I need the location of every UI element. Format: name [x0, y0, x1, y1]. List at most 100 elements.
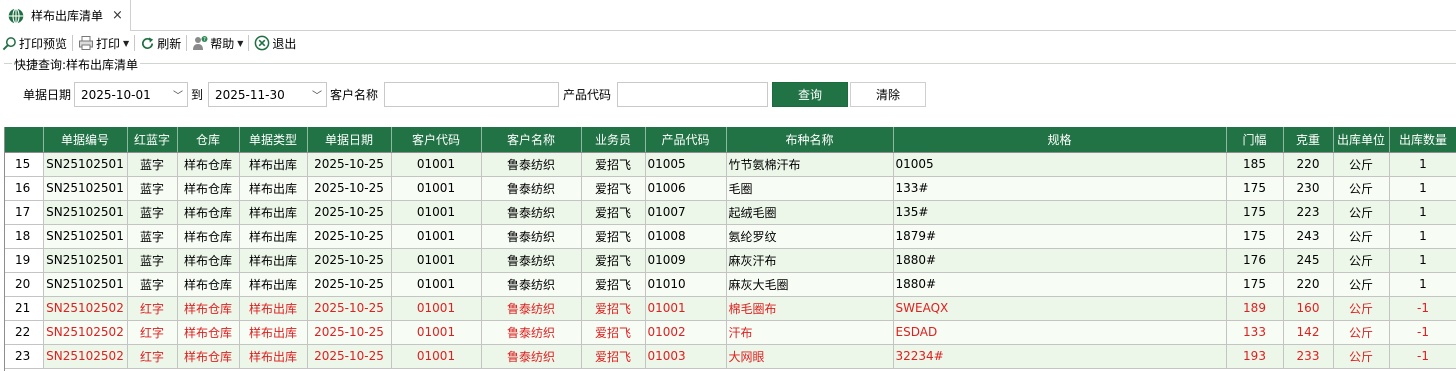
- table-cell[interactable]: 245: [1283, 248, 1334, 273]
- date-to-picker[interactable]: 2025-11-30 ﹀: [208, 82, 327, 107]
- table-row[interactable]: 22 SN25102502 红字 样布仓库 样布出库 2025-10-25 01001 鲁泰纺…: [5, 320, 1456, 345]
- column-header[interactable]: 客户代码: [391, 127, 482, 153]
- table-cell[interactable]: 01006: [645, 176, 727, 201]
- table-cell[interactable]: 1880#: [893, 248, 1227, 273]
- table-cell[interactable]: 2025-10-25: [307, 200, 392, 225]
- table-cell[interactable]: 公斤: [1333, 176, 1390, 201]
- table-cell[interactable]: 175: [1226, 224, 1284, 249]
- table-cell[interactable]: 红字: [127, 344, 178, 369]
- column-header[interactable]: 仓库: [177, 127, 240, 153]
- table-cell[interactable]: SN25102501: [43, 176, 128, 201]
- table-cell[interactable]: 01001: [391, 200, 482, 225]
- table-cell[interactable]: 样布出库: [239, 272, 308, 297]
- table-cell[interactable]: 01001: [391, 152, 482, 177]
- column-header[interactable]: 产品代码: [645, 127, 727, 153]
- table-cell[interactable]: 鲁泰纺织: [481, 152, 582, 177]
- table-cell[interactable]: 01005: [645, 152, 727, 177]
- table-cell[interactable]: 2025-10-25: [307, 152, 392, 177]
- table-cell[interactable]: 2025-10-25: [307, 248, 392, 273]
- table-cell[interactable]: 爱招飞: [581, 152, 646, 177]
- table-cell[interactable]: 01005: [893, 152, 1227, 177]
- table-cell[interactable]: 红字: [127, 320, 178, 345]
- column-header[interactable]: 单据日期: [307, 127, 392, 153]
- table-cell[interactable]: 竹节氨棉汗布: [726, 152, 894, 177]
- table-cell[interactable]: 鲁泰纺织: [481, 224, 582, 249]
- table-cell[interactable]: 1: [1389, 272, 1456, 297]
- table-cell[interactable]: 01001: [391, 176, 482, 201]
- table-cell[interactable]: 氨纶罗纹: [726, 224, 894, 249]
- table-cell[interactable]: 麻灰大毛圈: [726, 272, 894, 297]
- table-cell[interactable]: 175: [1226, 272, 1284, 297]
- table-cell[interactable]: 01001: [391, 320, 482, 345]
- table-cell[interactable]: SN25102502: [43, 320, 128, 345]
- table-cell[interactable]: 样布出库: [239, 200, 308, 225]
- table-cell[interactable]: 爱招飞: [581, 296, 646, 321]
- table-cell[interactable]: 2025-10-25: [307, 296, 392, 321]
- date-from-picker[interactable]: 2025-10-01 ﹀: [74, 82, 188, 107]
- print-button[interactable]: 打印 ▼: [76, 32, 131, 54]
- table-cell[interactable]: 01002: [645, 320, 727, 345]
- table-cell[interactable]: 蓝字: [127, 152, 178, 177]
- table-cell[interactable]: 32234#: [893, 344, 1227, 369]
- table-cell[interactable]: 公斤: [1333, 248, 1390, 273]
- table-cell[interactable]: 220: [1283, 152, 1334, 177]
- table-row[interactable]: 15 SN25102501 蓝字 样布仓库 样布出库 2025-10-25 01001 鲁泰纺…: [5, 152, 1456, 177]
- table-cell[interactable]: 01001: [645, 296, 727, 321]
- table-cell[interactable]: 1880#: [893, 272, 1227, 297]
- table-cell[interactable]: 大网眼: [726, 344, 894, 369]
- table-cell[interactable]: 爱招飞: [581, 320, 646, 345]
- table-cell[interactable]: 243: [1283, 224, 1334, 249]
- column-header[interactable]: 克重: [1283, 127, 1334, 153]
- column-header[interactable]: 出库数量: [1389, 127, 1456, 153]
- table-row[interactable]: 18 SN25102501 蓝字 样布仓库 样布出库 2025-10-25 01001 鲁泰纺…: [5, 224, 1456, 249]
- table-cell[interactable]: 爱招飞: [581, 272, 646, 297]
- table-cell[interactable]: 220: [1283, 272, 1334, 297]
- table-cell[interactable]: 鲁泰纺织: [481, 320, 582, 345]
- table-cell[interactable]: 红字: [127, 296, 178, 321]
- table-cell[interactable]: 麻灰汗布: [726, 248, 894, 273]
- table-cell[interactable]: 01010: [645, 272, 727, 297]
- column-header[interactable]: 门幅: [1226, 127, 1284, 153]
- table-cell[interactable]: 鲁泰纺织: [481, 296, 582, 321]
- row-number-cell[interactable]: 19: [5, 248, 44, 273]
- table-cell[interactable]: 135#: [893, 200, 1227, 225]
- table-cell[interactable]: 爱招飞: [581, 224, 646, 249]
- table-cell[interactable]: 01001: [391, 248, 482, 273]
- table-cell[interactable]: 1: [1389, 152, 1456, 177]
- column-header[interactable]: 单据编号: [43, 127, 128, 153]
- column-header[interactable]: 客户名称: [481, 127, 582, 153]
- table-cell[interactable]: 样布出库: [239, 176, 308, 201]
- table-cell[interactable]: 样布仓库: [177, 344, 240, 369]
- clear-button[interactable]: 清除: [850, 82, 926, 107]
- table-cell[interactable]: 鲁泰纺织: [481, 344, 582, 369]
- table-cell[interactable]: 2025-10-25: [307, 344, 392, 369]
- table-cell[interactable]: -1: [1389, 296, 1456, 321]
- table-cell[interactable]: SN25102502: [43, 296, 128, 321]
- table-cell[interactable]: SN25102501: [43, 248, 128, 273]
- table-row[interactable]: 16 SN25102501 蓝字 样布仓库 样布出库 2025-10-25 01001 鲁泰纺…: [5, 176, 1456, 201]
- chevron-down-icon[interactable]: ﹀: [169, 87, 187, 102]
- table-cell[interactable]: 189: [1226, 296, 1284, 321]
- table-cell[interactable]: 样布出库: [239, 248, 308, 273]
- table-cell[interactable]: 样布仓库: [177, 296, 240, 321]
- table-cell[interactable]: 蓝字: [127, 248, 178, 273]
- table-cell[interactable]: 01001: [391, 224, 482, 249]
- table-cell[interactable]: 样布仓库: [177, 224, 240, 249]
- table-cell[interactable]: -1: [1389, 344, 1456, 369]
- refresh-button[interactable]: 刷新: [138, 32, 183, 54]
- table-cell[interactable]: 233: [1283, 344, 1334, 369]
- table-cell[interactable]: 样布出库: [239, 296, 308, 321]
- table-cell[interactable]: 公斤: [1333, 272, 1390, 297]
- table-cell[interactable]: 176: [1226, 248, 1284, 273]
- table-cell[interactable]: 毛圈: [726, 176, 894, 201]
- table-cell[interactable]: 样布出库: [239, 320, 308, 345]
- table-row[interactable]: 21 SN25102502 红字 样布仓库 样布出库 2025-10-25 01001 鲁泰纺…: [5, 296, 1456, 321]
- table-cell[interactable]: 2025-10-25: [307, 320, 392, 345]
- table-row[interactable]: 23 SN25102502 红字 样布仓库 样布出库 2025-10-25 01001 鲁泰纺…: [5, 344, 1456, 369]
- table-cell[interactable]: 175: [1226, 176, 1284, 201]
- table-cell[interactable]: SN25102502: [43, 344, 128, 369]
- column-header-rownum[interactable]: [5, 127, 44, 153]
- table-cell[interactable]: 汗布: [726, 320, 894, 345]
- table-cell[interactable]: 01009: [645, 248, 727, 273]
- exit-button[interactable]: 退出: [252, 32, 298, 54]
